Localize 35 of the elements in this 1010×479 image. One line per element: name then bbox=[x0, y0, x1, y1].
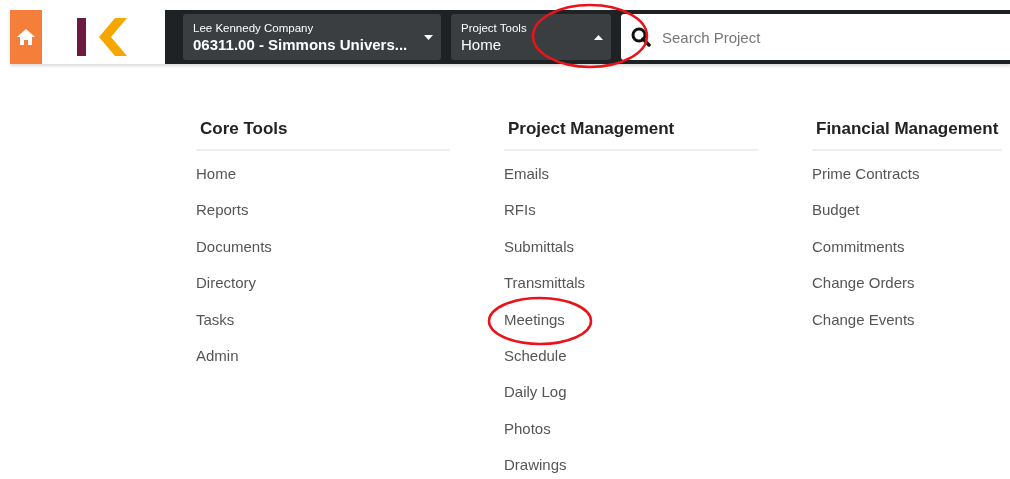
home-icon bbox=[17, 29, 35, 45]
menu-item[interactable]: Daily Log bbox=[504, 381, 567, 418]
menu-item[interactable]: Transmittals bbox=[504, 272, 586, 309]
menu-item[interactable]: Budget bbox=[812, 199, 860, 236]
project-name: 06311.00 - Simmons Univers... bbox=[193, 35, 408, 53]
search-field[interactable]: Search Project bbox=[621, 14, 1010, 60]
menu-item[interactable]: Home bbox=[196, 163, 236, 200]
project-selector[interactable]: Lee Kennedy Company 06311.00 - Simmons Univers... bbox=[183, 14, 441, 60]
menu-item[interactable]: Directory bbox=[196, 272, 256, 309]
tools-value: Home bbox=[461, 35, 502, 53]
menu-item[interactable]: RFIs bbox=[504, 199, 536, 236]
home-button[interactable] bbox=[10, 10, 42, 64]
menu-item[interactable]: Submittals bbox=[504, 235, 575, 273]
menu-item[interactable]: Admin bbox=[196, 344, 239, 382]
logo-icon bbox=[77, 18, 129, 56]
menu-item[interactable]: Documents bbox=[196, 235, 272, 273]
caret-icon bbox=[424, 34, 433, 40]
company-name: Lee Kennedy Company bbox=[193, 21, 315, 34]
section-heading: Core Tools bbox=[196, 119, 450, 151]
menu-item[interactable]: Commitments bbox=[812, 235, 905, 273]
menu-item[interactable]: Prime Contracts bbox=[812, 163, 920, 200]
caret-icon bbox=[594, 34, 603, 40]
menu-item[interactable]: Schedule bbox=[504, 344, 567, 382]
tools-label: Project Tools bbox=[461, 21, 527, 34]
menu-item[interactable]: Emails bbox=[504, 163, 549, 200]
menu-item[interactable]: Photos bbox=[504, 417, 551, 455]
section-heading: Financial Management bbox=[812, 119, 1002, 151]
menu-item[interactable]: Reports bbox=[196, 199, 249, 236]
menu-item[interactable]: Drawings bbox=[504, 454, 567, 479]
menu-item[interactable]: Change Events bbox=[812, 308, 915, 345]
menu-item[interactable]: Change Orders bbox=[812, 272, 915, 309]
search-icon bbox=[631, 27, 651, 47]
section-heading: Project Management bbox=[504, 119, 758, 151]
menu-item[interactable]: Tasks bbox=[196, 308, 235, 345]
tools-selector[interactable]: Project Tools Home bbox=[451, 14, 611, 60]
